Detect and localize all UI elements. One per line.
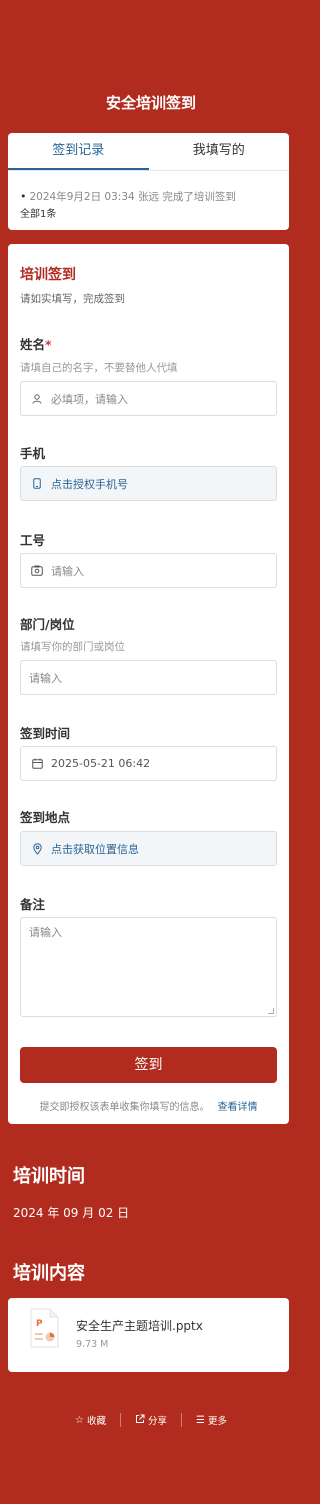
authorize-phone-button[interactable]: 点击授权手机号 <box>20 466 277 501</box>
employee-id-placeholder: 请输入 <box>51 564 84 578</box>
favorite-button[interactable]: ☆ 收藏 <box>61 1413 120 1428</box>
file-name: 安全生产主题培训.pptx <box>76 1319 203 1333</box>
share-icon <box>135 1414 145 1427</box>
dept-hint: 请填写你的部门或岗位 <box>20 641 125 653</box>
form-title: 培训签到 <box>20 267 76 283</box>
file-attachment[interactable]: P 安全生产主题培训.pptx 9.73 M <box>8 1298 289 1372</box>
location-label: 签到地点 <box>20 810 71 825</box>
checkin-time-value: 2025-05-21 06:42 <box>51 757 151 770</box>
dept-placeholder: 请输入 <box>29 671 62 685</box>
record-count: 全部1条 <box>20 209 57 220</box>
name-input[interactable]: 必填项，请输入 <box>20 381 277 416</box>
consent-notice: 提交即授权该表单收集你填写的信息。 查看详情 <box>8 1098 289 1113</box>
remark-placeholder: 请输入 <box>29 926 62 939</box>
menu-icon: ☰ <box>196 1414 205 1426</box>
remark-textarea[interactable]: 请输入 <box>20 917 277 1017</box>
bullet-icon: • <box>20 190 27 203</box>
get-location-label: 点击获取位置信息 <box>51 842 139 856</box>
tab-my-submissions[interactable]: 我填写的 <box>149 133 290 170</box>
phone-icon <box>29 478 45 489</box>
name-hint: 请填自己的名字，不要替他人代填 <box>20 362 178 374</box>
id-card-icon <box>29 565 45 576</box>
favorite-label: 收藏 <box>86 1416 106 1427</box>
phone-label: 手机 <box>20 446 46 461</box>
name-label: 姓名* <box>20 337 52 352</box>
share-button[interactable]: 分享 <box>119 1413 181 1427</box>
tab-bar: 签到记录 我填写的 <box>8 133 289 171</box>
svg-text:P: P <box>36 1319 43 1329</box>
location-icon <box>29 842 45 855</box>
resize-handle[interactable] <box>268 1008 274 1014</box>
required-mark: * <box>45 337 52 352</box>
tab-checkin-records[interactable]: 签到记录 <box>8 133 149 170</box>
dept-input[interactable]: 请输入 <box>20 660 277 695</box>
record-card: 签到记录 我填写的 • 2024年9月2日 03:34 张远 完成了培训签到 全部… <box>8 133 289 230</box>
training-time-value: 2024 年 09 月 02 日 <box>13 1206 130 1220</box>
get-location-button[interactable]: 点击获取位置信息 <box>20 831 277 866</box>
calendar-icon <box>29 758 45 769</box>
form-subtitle: 请如实填写，完成签到 <box>20 293 125 305</box>
authorize-phone-label: 点击授权手机号 <box>51 477 128 491</box>
record-text: 2024年9月2日 03:34 张远 完成了培训签到 <box>29 191 236 203</box>
page: 安全培训签到 签到记录 我填写的 • 2024年9月2日 03:34 张远 完成了… <box>0 0 302 1504</box>
footer-actions: ☆ 收藏 分享 ☰ 更多 <box>0 1413 302 1427</box>
name-placeholder: 必填项，请输入 <box>51 392 128 406</box>
checkin-time-label: 签到时间 <box>20 726 71 741</box>
dept-label: 部门/岗位 <box>20 617 75 632</box>
submit-button[interactable]: 签到 <box>20 1047 277 1083</box>
page-title: 安全培训签到 <box>105 94 196 112</box>
checkin-time-picker[interactable]: 2025-05-21 06:42 <box>20 746 277 781</box>
training-time-title: 培训时间 <box>13 1166 85 1187</box>
view-details-link[interactable]: 查看详情 <box>218 1102 258 1113</box>
user-icon <box>29 393 45 404</box>
consent-text: 提交即授权该表单收集你填写的信息。 <box>39 1102 210 1113</box>
employee-id-label: 工号 <box>20 533 46 548</box>
training-content-title: 培训内容 <box>13 1263 85 1284</box>
share-label: 分享 <box>147 1416 167 1427</box>
file-size: 9.73 M <box>76 1339 109 1350</box>
checkin-form: 培训签到 请如实填写，完成签到 姓名* 请填自己的名字，不要替他人代填 必填项，… <box>8 244 289 1124</box>
record-entry: • 2024年9月2日 03:34 张远 完成了培训签到 <box>20 189 236 204</box>
employee-id-input[interactable]: 请输入 <box>20 553 277 588</box>
star-icon: ☆ <box>75 1414 84 1426</box>
pptx-file-icon: P <box>29 1308 59 1348</box>
remark-label: 备注 <box>20 897 46 912</box>
more-label: 更多 <box>207 1416 227 1427</box>
more-button[interactable]: ☰ 更多 <box>181 1413 241 1427</box>
